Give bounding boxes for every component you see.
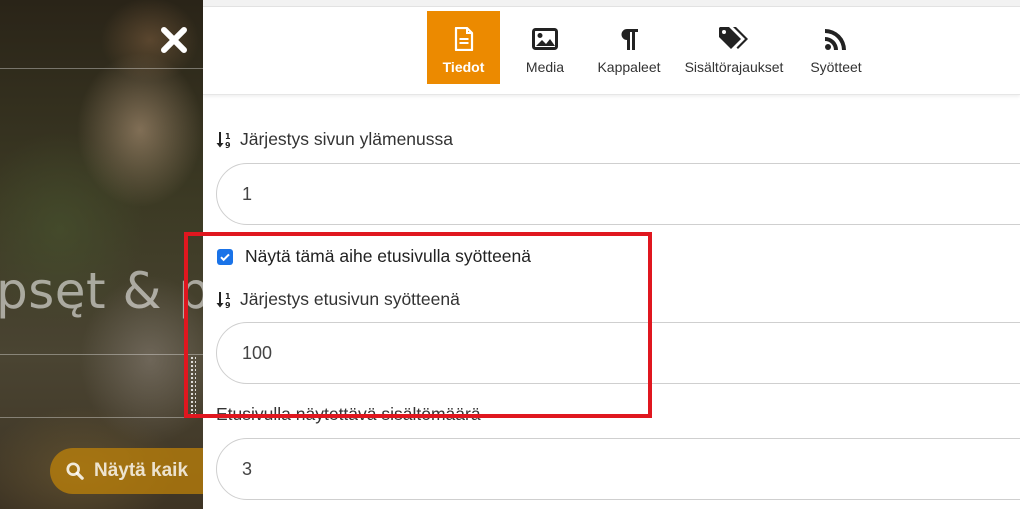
close-button[interactable] — [156, 22, 192, 58]
edit-panel: Tiedot Media Kappaleet Sisältörajaukset … — [203, 0, 1020, 509]
menu-order-input[interactable] — [216, 163, 1020, 225]
menu-order-label: 19 Järjestys sivun ylämenussa — [216, 129, 453, 150]
tab-kappaleet[interactable]: Kappaleet — [589, 11, 669, 84]
panel-top-strip — [203, 0, 1020, 7]
tags-icon — [719, 27, 748, 49]
front-count-label: Etusivulla näytettävä sisältömäärä — [216, 404, 481, 425]
front-order-label-text: Järjestys etusivun syötteenä — [240, 289, 460, 309]
tab-media[interactable]: Media — [515, 11, 575, 84]
front-order-input[interactable] — [216, 322, 1020, 384]
search-icon — [66, 462, 84, 480]
sort-numeric-icon: 19 — [216, 291, 231, 309]
rss-icon — [825, 29, 846, 50]
show-on-front-label: Näytä tämä aihe etusivulla syötteenä — [245, 246, 531, 266]
tab-label: Sisältörajaukset — [684, 59, 784, 75]
tab-tiedot[interactable]: Tiedot — [427, 11, 500, 84]
image-icon — [532, 28, 558, 50]
svg-text:1: 1 — [225, 132, 231, 141]
close-icon — [161, 27, 187, 53]
background-search-button: Näytä kaik — [50, 448, 203, 494]
tab-label: Kappaleet — [597, 59, 661, 75]
front-count-label-text: Etusivulla näytettävä sisältömäärä — [216, 404, 481, 424]
paragraph-icon — [621, 29, 638, 50]
tab-label: Syötteet — [810, 59, 862, 75]
tab-sisaltorajaukset[interactable]: Sisältörajaukset — [679, 11, 789, 84]
document-icon — [454, 27, 473, 51]
tab-label: Media — [525, 59, 565, 75]
background-search-label: Näytä kaik — [94, 460, 189, 481]
resize-handle[interactable] — [190, 356, 196, 416]
tab-bar: Tiedot Media Kappaleet Sisältörajaukset … — [203, 7, 1020, 95]
background-image: psęt & p Näytä kaik — [0, 0, 203, 509]
background-title: psęt & p — [0, 262, 203, 320]
checkmark-icon — [220, 253, 230, 261]
background-divider — [0, 354, 203, 355]
sort-numeric-icon: 19 — [216, 131, 231, 149]
background-divider — [0, 417, 203, 418]
front-count-input[interactable] — [216, 438, 1020, 500]
svg-text:9: 9 — [225, 301, 231, 309]
tab-syotteet[interactable]: Syötteet — [803, 11, 869, 84]
background-divider — [0, 68, 203, 69]
show-on-front-checkbox[interactable] — [217, 248, 233, 265]
svg-text:9: 9 — [225, 141, 231, 149]
show-on-front-row: Näytä tämä aihe etusivulla syötteenä — [217, 246, 531, 267]
front-order-label: 19 Järjestys etusivun syötteenä — [216, 289, 460, 310]
menu-order-label-text: Järjestys sivun ylämenussa — [240, 129, 453, 149]
svg-text:1: 1 — [225, 292, 231, 301]
tab-label: Tiedot — [442, 59, 485, 75]
